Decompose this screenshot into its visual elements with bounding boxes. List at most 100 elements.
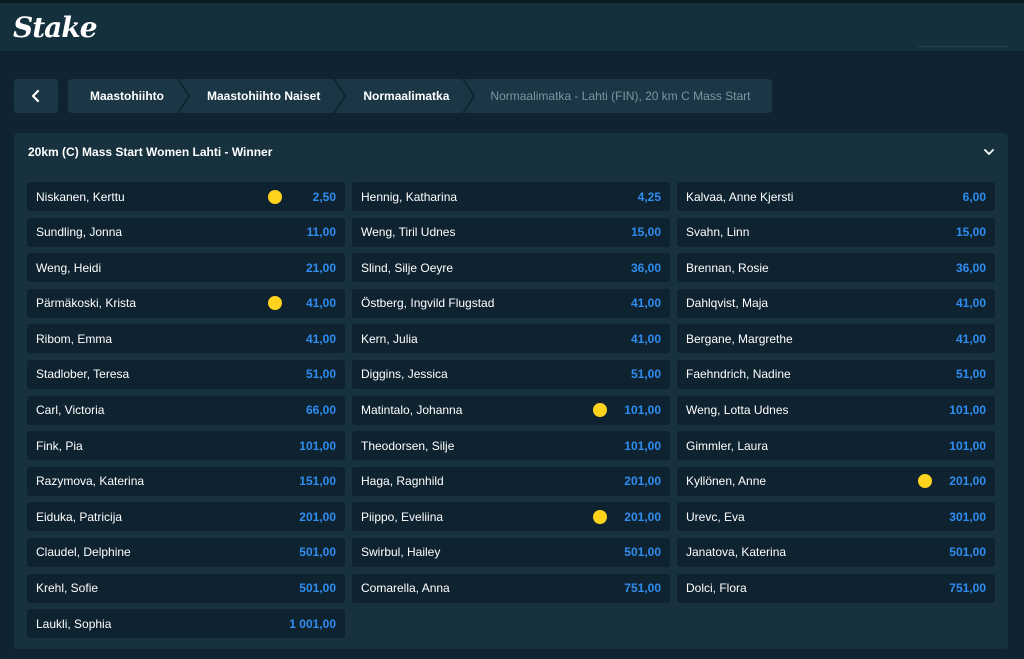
- outcome-button[interactable]: Haga, Ragnhild 201,00: [352, 466, 670, 496]
- outcome-name: Janatova, Katerina: [686, 545, 787, 560]
- breadcrumb-item-maastohiihto[interactable]: Maastohiihto: [68, 79, 177, 113]
- outcome-button[interactable]: Sundling, Jonna 11,00: [27, 217, 345, 247]
- outcome-odds: 21,00: [305, 260, 336, 275]
- outcome-odds: 501,00: [624, 545, 661, 560]
- outcome-odds: 201,00: [949, 474, 986, 489]
- outcome-name: Gimmler, Laura: [686, 438, 769, 453]
- breadcrumb-trail: Maastohiihto Maastohiihto Naiset Normaal…: [68, 79, 773, 113]
- outcome-odds: 201,00: [299, 509, 336, 524]
- outcome-name: Kalvaa, Anne Kjersti: [686, 189, 794, 204]
- outcome-button[interactable]: Razymova, Katerina 151,00: [27, 466, 345, 496]
- outcome-button[interactable]: Janatova, Katerina 501,00: [677, 537, 995, 567]
- breadcrumb: Maastohiihto Maastohiihto Naiset Normaal…: [14, 79, 773, 113]
- outcome-button[interactable]: Brennan, Rosie 36,00: [677, 253, 995, 283]
- breadcrumb-item-normaalimatka[interactable]: Normaalimatka: [347, 79, 462, 113]
- back-button[interactable]: [14, 79, 58, 113]
- outcome-name: Matintalo, Johanna: [361, 403, 463, 418]
- outcome-name: Dahlqvist, Maja: [686, 296, 769, 311]
- outcome-odds: 36,00: [955, 260, 986, 275]
- outcome-name: Razymova, Katerina: [36, 474, 145, 489]
- outcome-name: Fink, Pia: [36, 438, 83, 453]
- outcome-name: Eiduka, Patricija: [36, 509, 123, 524]
- breadcrumb-item-maastohiihto-naiset[interactable]: Maastohiihto Naiset: [191, 79, 333, 113]
- outcome-button[interactable]: Claudel, Delphine 501,00: [27, 537, 345, 567]
- outcome-odds: 66,00: [305, 403, 336, 418]
- outcome-name: Slind, Silje Oeyre: [361, 260, 454, 275]
- outcome-name: Weng, Heidi: [36, 260, 102, 275]
- outcome-odds: 36,00: [630, 260, 661, 275]
- outcome-button[interactable]: Kalvaa, Anne Kjersti 6,00: [677, 182, 995, 211]
- outcome-odds: 51,00: [630, 367, 661, 382]
- outcome-odds: 41,00: [630, 331, 661, 346]
- outcome-odds: 151,00: [299, 474, 336, 489]
- outcome-odds: 751,00: [949, 581, 986, 596]
- outcome-odds: 101,00: [624, 403, 661, 418]
- outcome-button[interactable]: Weng, Lotta Udnes 101,00: [677, 395, 995, 425]
- outcome-button[interactable]: Gimmler, Laura 101,00: [677, 431, 995, 461]
- outcome-button[interactable]: Weng, Tiril Udnes 15,00: [352, 217, 670, 247]
- outcome-name: Krehl, Sofie: [36, 581, 99, 596]
- outcome-odds: 15,00: [630, 225, 661, 240]
- outcome-name: Diggins, Jessica: [361, 367, 448, 382]
- boost-dot-icon: [268, 189, 282, 204]
- outcome-odds: 41,00: [955, 331, 986, 346]
- stake-logo[interactable]: Stake: [13, 11, 98, 44]
- outcome-button[interactable]: Hennig, Katharina 4,25: [352, 182, 670, 211]
- top-bar: Stake: [0, 0, 1024, 52]
- outcome-name: Niskanen, Kerttu: [36, 189, 125, 204]
- outcome-name: Kyllönen, Anne: [686, 474, 767, 489]
- market-panel: 20km (C) Mass Start Women Lahti - Winner…: [14, 133, 1008, 649]
- boost-dot-icon: [593, 509, 607, 524]
- outcome-odds: 4,25: [637, 189, 661, 204]
- outcome-name: Claudel, Delphine: [36, 545, 131, 560]
- outcome-name: Kern, Julia: [361, 331, 418, 346]
- boost-dot-icon: [268, 296, 282, 311]
- outcome-name: Hennig, Katharina: [361, 189, 458, 204]
- outcome-name: Weng, Lotta Udnes: [686, 403, 789, 418]
- chevron-left-icon: [31, 90, 40, 102]
- outcome-button[interactable]: Laukli, Sophia 1 001,00: [27, 609, 345, 639]
- outcome-button[interactable]: Pärmäkoski, Krista 41,00: [27, 288, 345, 318]
- outcome-button[interactable]: Kern, Julia 41,00: [352, 324, 670, 354]
- outcome-button[interactable]: Dolci, Flora 751,00: [677, 573, 995, 603]
- market-title: 20km (C) Mass Start Women Lahti - Winner: [28, 145, 273, 159]
- outcome-name: Carl, Victoria: [36, 403, 105, 418]
- outcome-button[interactable]: Slind, Silje Oeyre 36,00: [352, 253, 670, 283]
- outcome-button[interactable]: Theodorsen, Silje 101,00: [352, 431, 670, 461]
- collapse-toggle[interactable]: [984, 148, 994, 156]
- outcome-button[interactable]: Comarella, Anna 751,00: [352, 573, 670, 603]
- outcome-button[interactable]: Niskanen, Kerttu 2,50: [27, 182, 345, 211]
- outcome-button[interactable]: Östberg, Ingvild Flugstad 41,00: [352, 288, 670, 318]
- outcome-button[interactable]: Urevc, Eva 301,00: [677, 502, 995, 532]
- outcome-button[interactable]: Krehl, Sofie 501,00: [27, 573, 345, 603]
- market-header[interactable]: 20km (C) Mass Start Women Lahti - Winner: [14, 133, 1008, 171]
- outcome-odds: 41,00: [305, 331, 336, 346]
- outcome-odds: 41,00: [630, 296, 661, 311]
- outcome-button[interactable]: Svahn, Linn 15,00: [677, 217, 995, 247]
- breadcrumb-separator: [333, 79, 347, 113]
- outcome-name: Faehndrich, Nadine: [686, 367, 791, 382]
- outcome-button[interactable]: Faehndrich, Nadine 51,00: [677, 359, 995, 389]
- outcome-button[interactable]: Kyllönen, Anne 201,00: [677, 466, 995, 496]
- outcome-name: Urevc, Eva: [686, 509, 745, 524]
- boost-dot-icon: [593, 403, 607, 418]
- outcome-name: Sundling, Jonna: [36, 225, 123, 240]
- outcome-odds: 11,00: [306, 225, 336, 240]
- outcome-button[interactable]: Ribom, Emma 41,00: [27, 324, 345, 354]
- outcome-button[interactable]: Weng, Heidi 21,00: [27, 253, 345, 283]
- outcome-button[interactable]: Diggins, Jessica 51,00: [352, 359, 670, 389]
- outcome-name: Östberg, Ingvild Flugstad: [361, 296, 495, 311]
- boost-dot-icon: [918, 474, 932, 489]
- outcome-button[interactable]: Swirbul, Hailey 501,00: [352, 537, 670, 567]
- outcome-button[interactable]: Eiduka, Patricija 201,00: [27, 502, 345, 532]
- outcome-name: Svahn, Linn: [686, 225, 750, 240]
- outcome-odds: 101,00: [949, 438, 986, 453]
- outcome-button[interactable]: Piippo, Eveliina 201,00: [352, 502, 670, 532]
- outcome-button[interactable]: Fink, Pia 101,00: [27, 431, 345, 461]
- outcome-button[interactable]: Bergane, Margrethe 41,00: [677, 324, 995, 354]
- outcome-name: Bergane, Margrethe: [686, 331, 793, 346]
- outcome-button[interactable]: Matintalo, Johanna 101,00: [352, 395, 670, 425]
- outcome-button[interactable]: Dahlqvist, Maja 41,00: [677, 288, 995, 318]
- outcome-button[interactable]: Stadlober, Teresa 51,00: [27, 359, 345, 389]
- outcome-button[interactable]: Carl, Victoria 66,00: [27, 395, 345, 425]
